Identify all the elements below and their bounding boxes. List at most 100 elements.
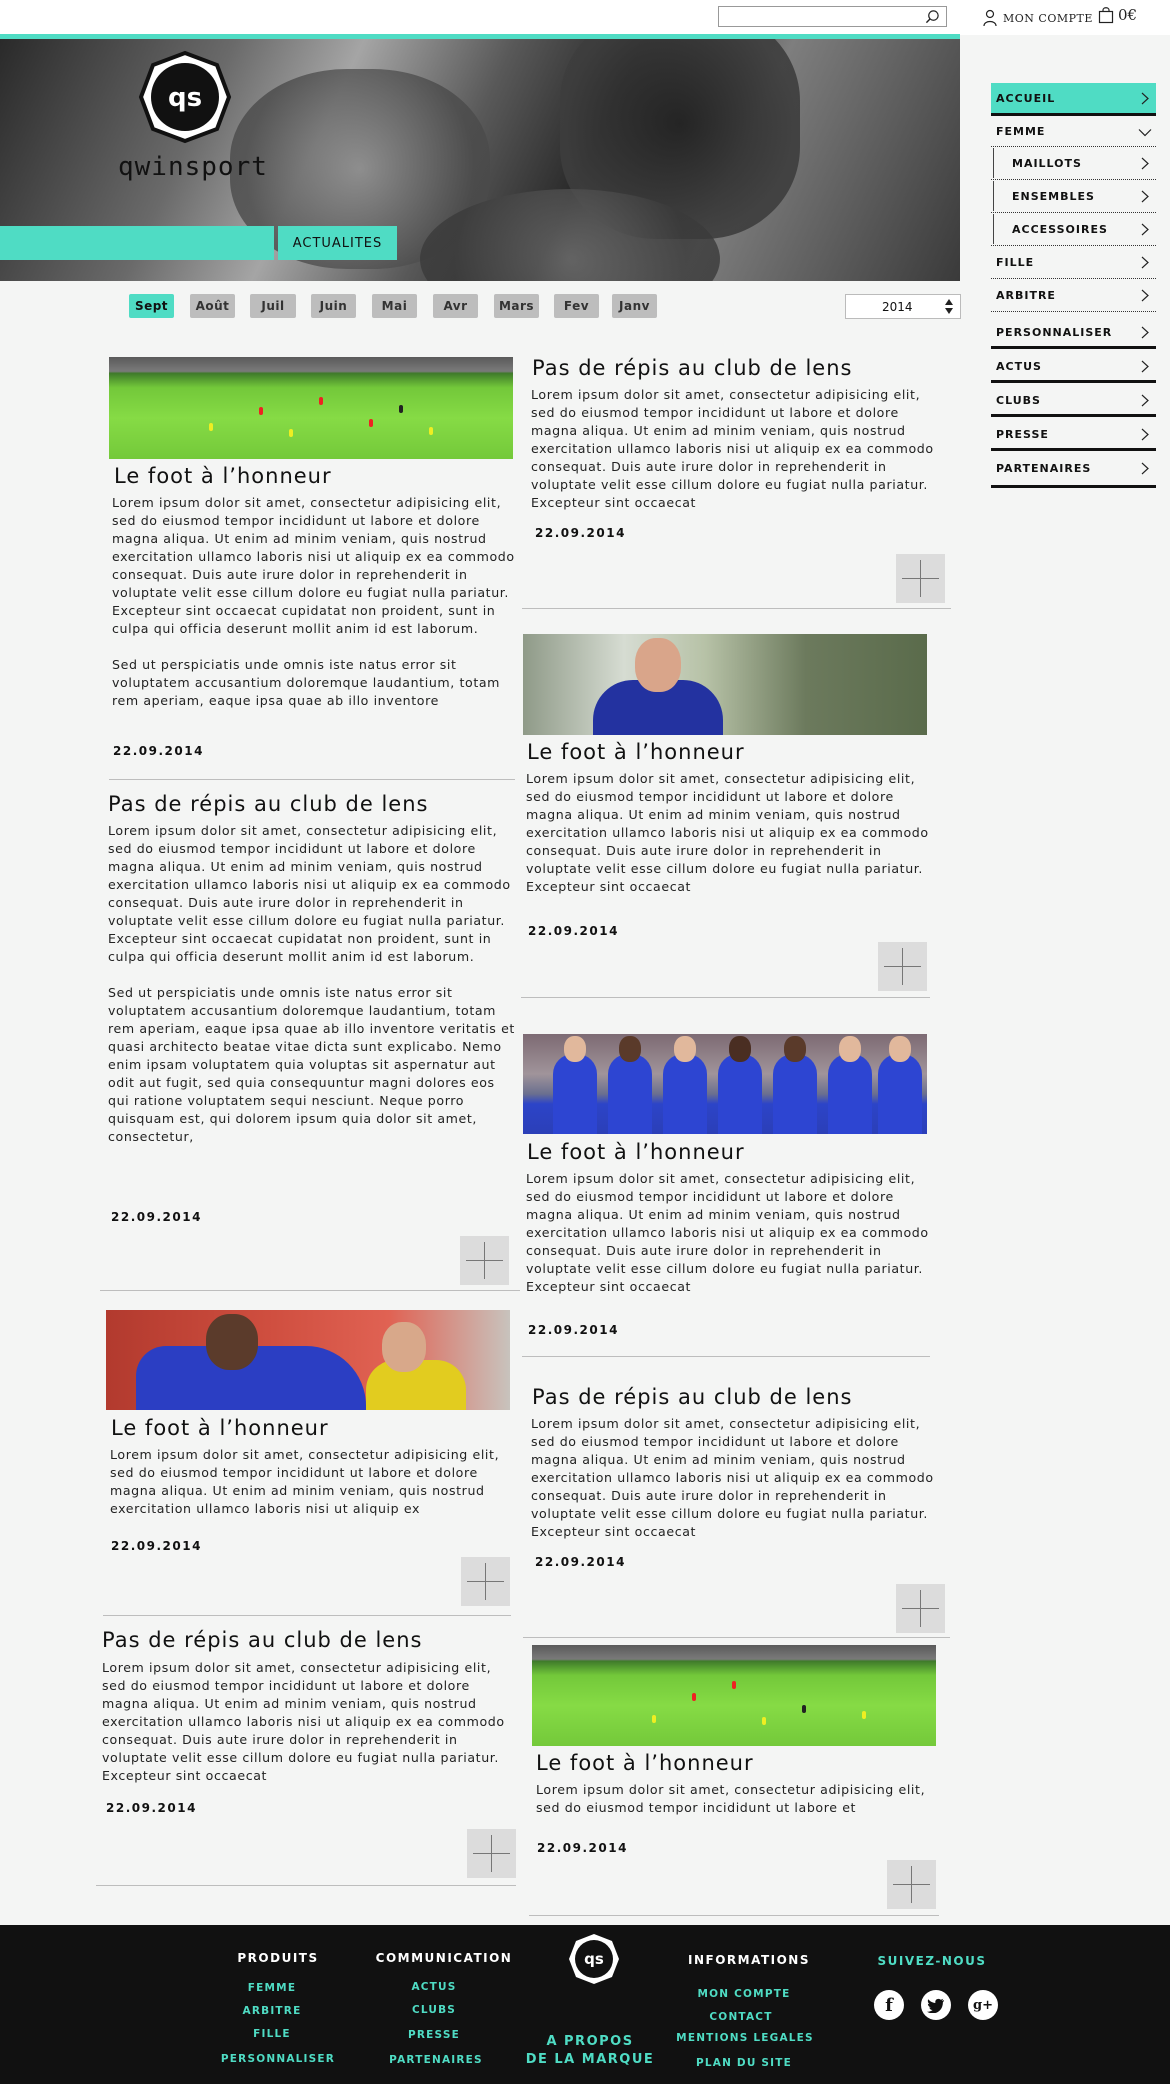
section-tab[interactable]: ACTUALITES [278,226,397,260]
article-image-stadium[interactable] [532,1645,936,1746]
search-input[interactable] [719,8,919,28]
facebook-icon[interactable]: f [874,1990,904,2020]
footer-link-arbitre[interactable]: ARBITRE [212,2005,332,2017]
sidebar-item-presse[interactable]: PRESSE [991,419,1156,449]
article-separator [109,779,515,780]
footer-link-partenaires[interactable]: PARTENAIRES [374,2054,498,2066]
sidebar-item-femme[interactable]: FEMME [991,116,1156,146]
month-filter-mai[interactable]: Mai [372,294,417,318]
article-image-stadium[interactable] [109,357,513,459]
sidebar-item-label: ARBITRE [996,288,1056,302]
read-more-plus-button[interactable] [461,1557,510,1606]
sidebar-item-personnaliser[interactable]: PERSONNALISER [991,317,1156,347]
footer-link-presse[interactable]: PRESSE [374,2029,494,2041]
article-date: 22.09.2014 [106,1801,197,1815]
footer-about-link[interactable]: A PROPOS DE LA MARQUE [520,2033,660,2069]
sidebar-item-actus[interactable]: ACTUS [991,351,1156,381]
article-separator [100,1290,520,1291]
month-filter-fev[interactable]: Fev [554,294,599,318]
read-more-plus-button[interactable] [896,1584,945,1633]
read-more-plus-button[interactable] [460,1236,509,1285]
footer-link-personnaliser[interactable]: PERSONNALISER [212,2053,344,2065]
footer-link-contact[interactable]: CONTACT [681,2011,801,2023]
logo-text: qs [168,83,202,113]
footer-link-fille[interactable]: FILLE [212,2028,332,2040]
article-title[interactable]: Pas de répis au club de lens [532,356,852,380]
hero-accent-band [0,226,274,260]
chevron-right-icon [1141,462,1149,475]
article-title[interactable]: Le foot à l’honneur [536,1751,754,1775]
article-title[interactable]: Pas de répis au club de lens [102,1628,422,1652]
search-box[interactable] [718,6,947,28]
month-filter-janv[interactable]: Janv [612,294,657,318]
sidebar-divider [991,146,1156,147]
article-date: 22.09.2014 [537,1841,628,1855]
sidebar-divider [991,414,1156,417]
month-filter-avr[interactable]: Avr [433,294,478,318]
footer-link-mon-compte[interactable]: MON COMPTE [684,1988,804,2000]
article-paragraph: Lorem ipsum dolor sit amet, consectetur … [102,1660,505,1783]
footer-link-actus[interactable]: ACTUS [374,1981,494,1993]
article-separator [529,1915,939,1916]
article-title[interactable]: Pas de répis au club de lens [108,792,428,816]
account-label: MON COMPTE [1003,11,1093,25]
article-paragraph: Lorem ipsum dolor sit amet, consectetur … [536,1782,926,1815]
sidebar-item-clubs[interactable]: CLUBS [991,385,1156,415]
article-image-team[interactable] [523,1034,927,1134]
read-more-plus-button[interactable] [467,1829,516,1878]
sidebar-item-ensembles[interactable]: ENSEMBLES [993,181,1156,211]
article-paragraph: Lorem ipsum dolor sit amet, consectetur … [108,823,511,964]
sidebar-item-label: ACTUS [996,359,1042,373]
article-title[interactable]: Le foot à l’honneur [527,740,745,764]
sidebar-item-label: ACCESSOIRES [1012,222,1108,236]
footer-logo[interactable]: qs [568,1933,620,1985]
brand-logo[interactable]: qs [138,50,232,144]
sidebar-item-label: CLUBS [996,393,1041,407]
month-filter-sept[interactable]: Sept [129,294,174,318]
article-paragraph: Lorem ipsum dolor sit amet, consectetur … [112,495,515,636]
chevron-right-icon [1141,256,1149,269]
sidebar-item-partenaires[interactable]: PARTENAIRES [991,453,1156,483]
footer-link-femme[interactable]: FEMME [212,1982,332,1994]
article-separator [96,1885,516,1886]
year-select[interactable]: 2014 [845,294,961,319]
sidebar-item-fille[interactable]: FILLE [991,247,1156,277]
sidebar-item-accueil[interactable]: ACCUEIL [991,83,1156,113]
footer-link-plan-du-site[interactable]: PLAN DU SITE [684,2057,804,2069]
month-filter-juil[interactable]: Juil [250,294,296,318]
article-title[interactable]: Le foot à l’honneur [111,1416,329,1440]
read-more-plus-button[interactable] [878,942,927,991]
article-paragraph: Lorem ipsum dolor sit amet, consectetur … [526,771,929,894]
read-more-plus-button[interactable] [896,554,945,603]
footer-link-mentions-legales[interactable]: MENTIONS LEGALES [675,2032,815,2044]
article-title[interactable]: Le foot à l’honneur [114,464,332,488]
month-filter-juin[interactable]: Juin [311,294,356,318]
sidebar-item-label: PERSONNALISER [996,325,1113,339]
chevron-right-icon [1141,223,1149,236]
account-link[interactable]: MON COMPTE [983,7,1093,29]
article-image-referee[interactable] [523,634,927,735]
article-title[interactable]: Pas de répis au club de lens [532,1385,852,1409]
article-image-players[interactable] [106,1310,510,1410]
cart-link[interactable]: 0€ [1098,6,1137,24]
footer-link-clubs[interactable]: CLUBS [374,2004,494,2016]
sidebar-divider [991,278,1156,279]
twitter-icon[interactable] [921,1990,951,2020]
article-date: 22.09.2014 [113,744,204,758]
month-filter-aout[interactable]: Août [190,294,235,318]
article-separator [103,1615,511,1616]
article-title[interactable]: Le foot à l’honneur [527,1140,745,1164]
chevron-right-icon [1141,92,1149,105]
sidebar-item-maillots[interactable]: MAILLOTS [993,148,1156,178]
sidebar-item-accessoires[interactable]: ACCESSOIRES [993,214,1156,244]
read-more-plus-button[interactable] [887,1860,936,1909]
sidebar-item-arbitre[interactable]: ARBITRE [991,280,1156,310]
article-excerpt: Lorem ipsum dolor sit amet, consectetur … [526,770,936,896]
month-filter-mars[interactable]: Mars [494,294,539,318]
article-separator [522,608,951,609]
google-plus-icon[interactable]: g+ [968,1990,998,2020]
article-excerpt: Lorem ipsum dolor sit amet, consectetur … [102,1659,512,1785]
sidebar-item-label: FILLE [996,255,1035,269]
search-icon[interactable] [925,9,940,24]
chevron-right-icon [1141,289,1149,302]
